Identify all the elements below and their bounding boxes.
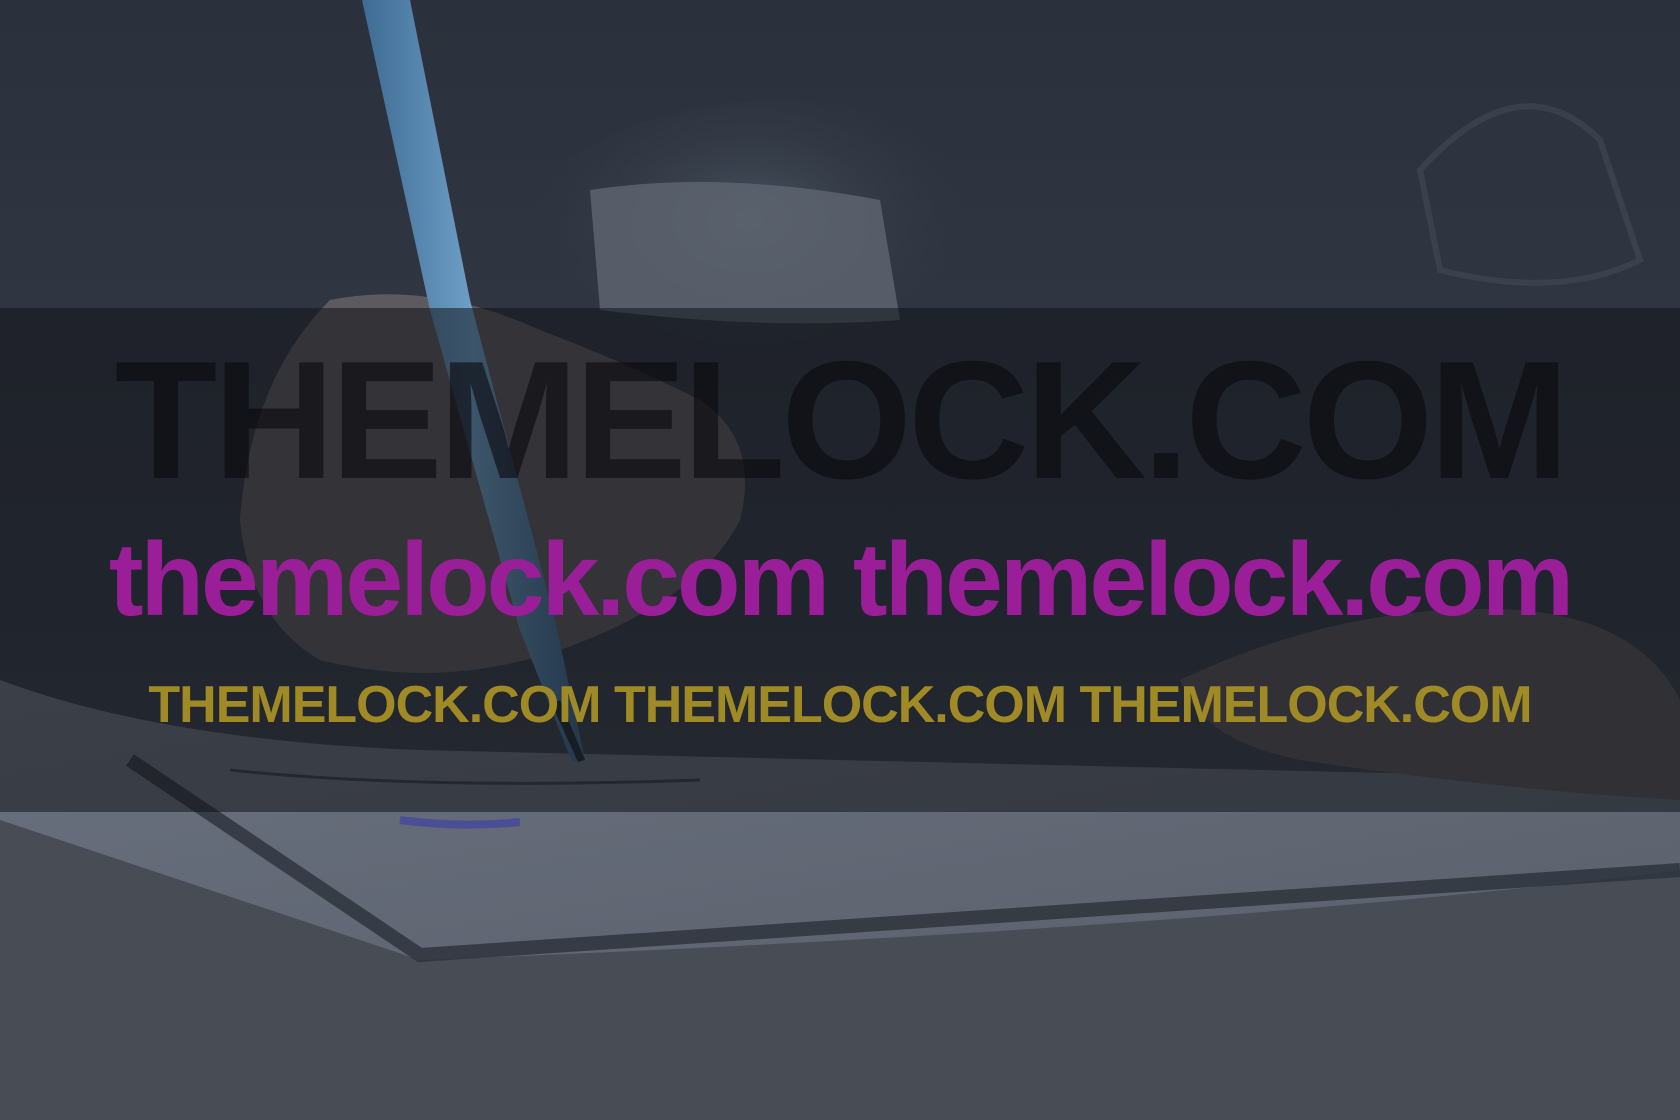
image-stage: THEMELOCK.COM themelock.com themelock.co… <box>0 0 1680 1120</box>
photo-ink-underline <box>399 816 521 829</box>
watermark-text-large: THEMELOCK.COM <box>114 326 1570 514</box>
watermark-text-magenta: themelock.com themelock.com <box>108 522 1574 638</box>
photo-cuff <box>590 182 900 324</box>
watermark-text-gold: THEMELOCK.COM THEMELOCK.COM THEMELOCK.CO… <box>148 676 1532 734</box>
